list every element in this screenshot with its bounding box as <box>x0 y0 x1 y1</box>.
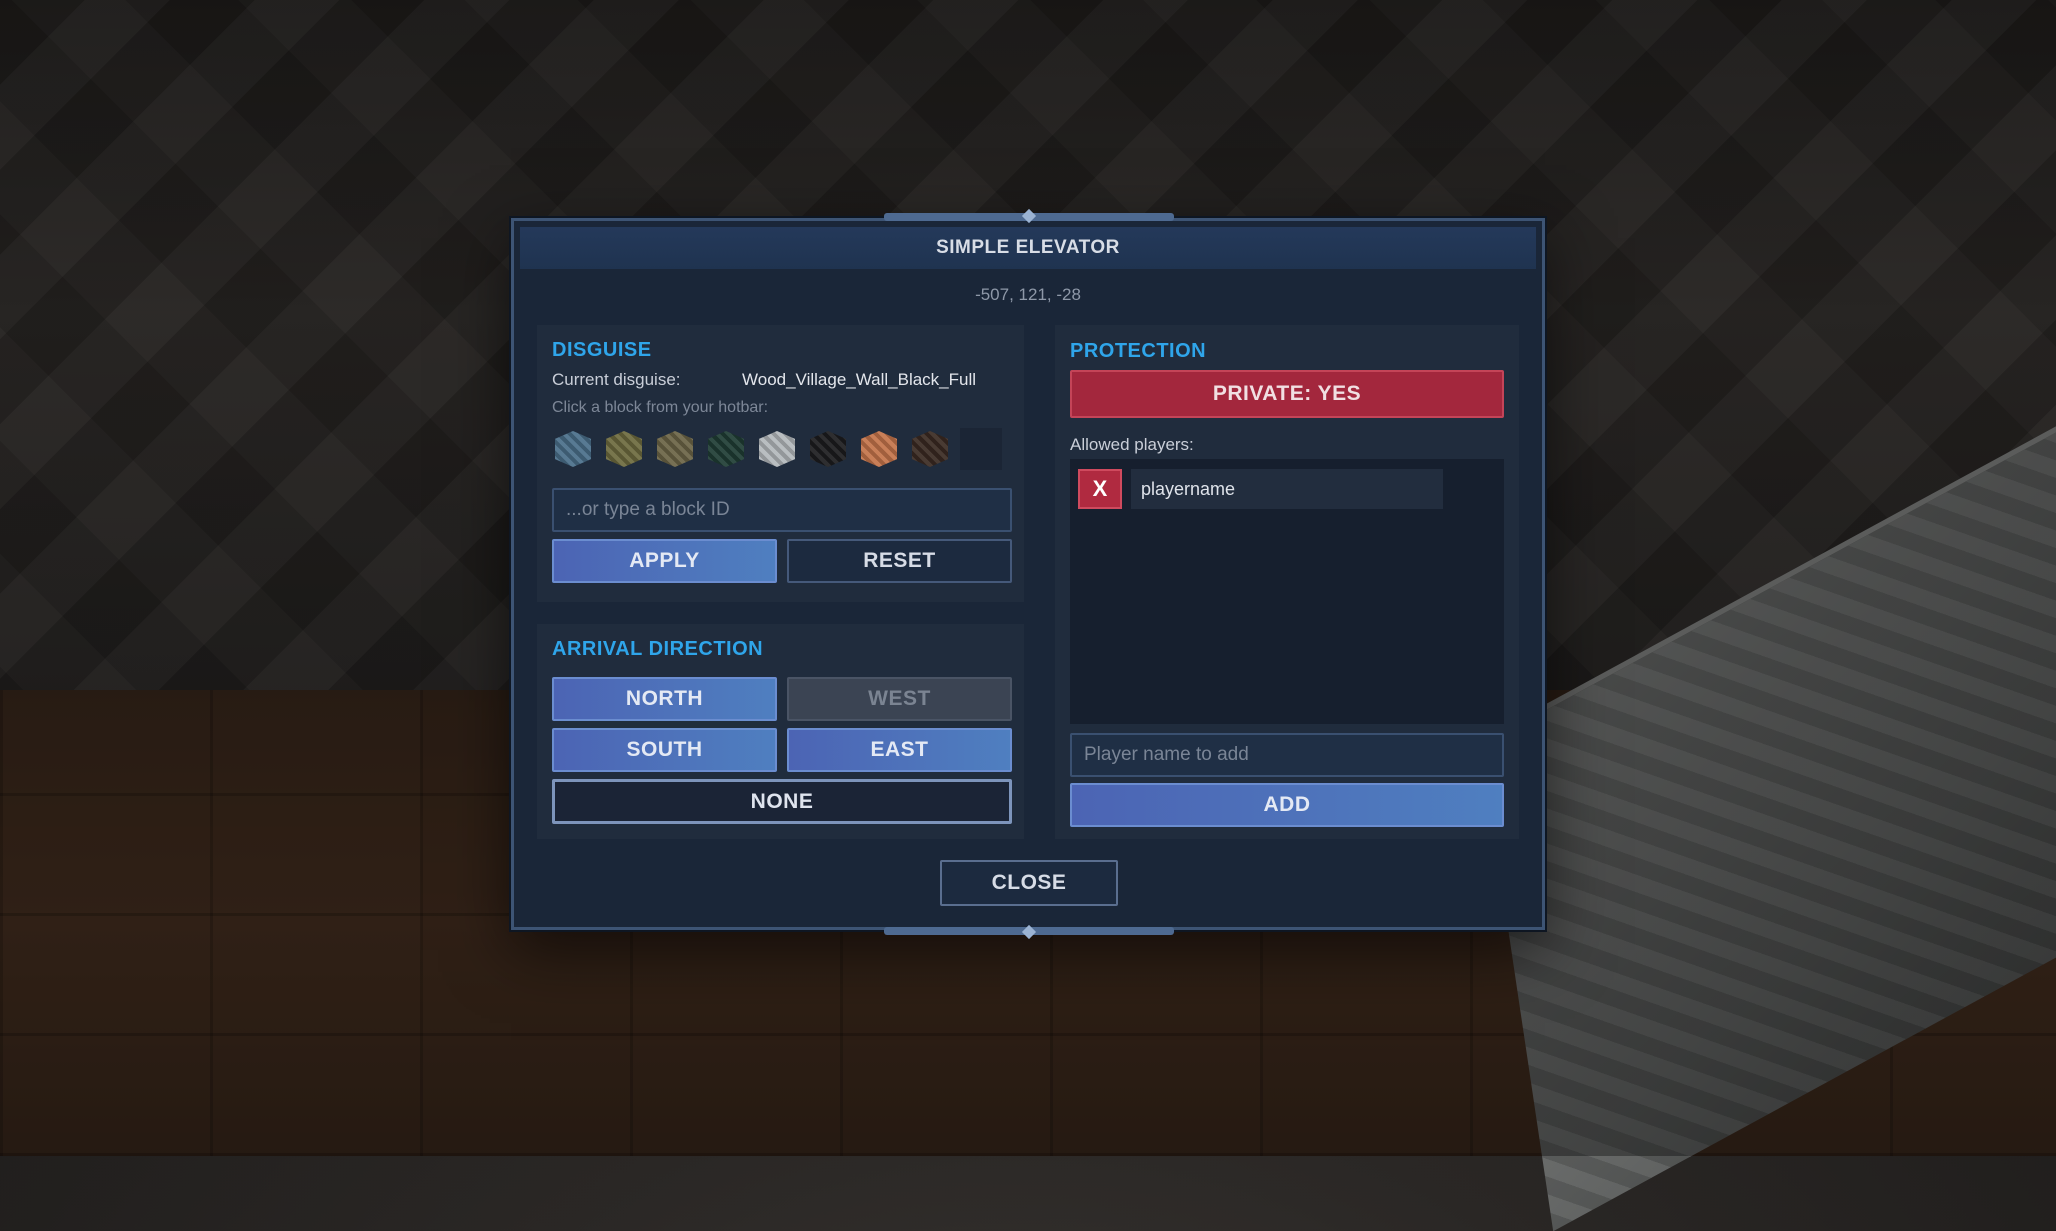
current-disguise-label: Current disguise: <box>552 370 681 389</box>
disguise-section-title: DISGUISE <box>552 339 652 361</box>
hotbar <box>552 428 1002 470</box>
add-player-button[interactable]: ADD <box>1070 783 1504 827</box>
hotbar-slot-empty[interactable] <box>960 428 1002 470</box>
player-name-input[interactable]: Player name to add <box>1070 733 1504 777</box>
terracotta-block-icon <box>861 431 897 467</box>
hotbar-slot[interactable] <box>654 428 696 470</box>
allowed-players-list: X playername <box>1070 459 1504 724</box>
hotbar-slot[interactable] <box>552 428 594 470</box>
north-button[interactable]: NORTH <box>552 677 777 721</box>
dialog-bottom-ornament <box>884 924 1174 940</box>
protection-section-title: PROTECTION <box>1070 340 1207 362</box>
simple-elevator-dialog: SIMPLE ELEVATOR -507, 121, -28 DISGUISE … <box>511 208 1545 940</box>
remove-player-button[interactable]: X <box>1078 469 1122 509</box>
west-button[interactable]: WEST <box>787 677 1012 721</box>
hotbar-slot[interactable] <box>705 428 747 470</box>
disguise-panel: DISGUISE Current disguise: Wood_Village_… <box>537 325 1024 602</box>
mossy-stone-block-icon <box>606 431 642 467</box>
reset-button[interactable]: RESET <box>787 539 1012 583</box>
elevator-coordinates: -507, 121, -28 <box>975 285 1081 304</box>
player-name: playername <box>1131 469 1443 509</box>
east-button[interactable]: EAST <box>787 728 1012 772</box>
arrival-direction-section-title: ARRIVAL DIRECTION <box>552 638 764 660</box>
hotbar-slot[interactable] <box>909 428 951 470</box>
allowed-players-label: Allowed players: <box>1070 435 1194 454</box>
light-stone-block-icon <box>759 431 795 467</box>
dark-green-block-icon <box>708 431 744 467</box>
protection-panel: PROTECTION PRIVATE: YES Allowed players:… <box>1055 325 1519 839</box>
hotbar-hint: Click a block from your hotbar: <box>552 399 769 416</box>
current-disguise-value: Wood_Village_Wall_Black_Full <box>742 370 977 389</box>
block-id-input[interactable]: ...or type a block ID <box>552 488 1012 532</box>
dialog-title: SIMPLE ELEVATOR <box>936 237 1120 258</box>
hotbar-slot[interactable] <box>858 428 900 470</box>
south-button[interactable]: SOUTH <box>552 728 777 772</box>
hotbar-slot[interactable] <box>603 428 645 470</box>
ornate-blue-stone-block-icon <box>555 431 591 467</box>
apply-button[interactable]: APPLY <box>552 539 777 583</box>
dark-wood-block-icon <box>912 431 948 467</box>
none-button[interactable]: NONE <box>552 779 1012 824</box>
dialog-top-ornament <box>884 208 1174 224</box>
arrival-direction-panel: ARRIVAL DIRECTION NORTH WEST SOUTH EAST … <box>537 624 1024 839</box>
black-stone-block-icon <box>810 431 846 467</box>
close-button[interactable]: CLOSE <box>940 860 1118 906</box>
hotbar-slot[interactable] <box>756 428 798 470</box>
hotbar-slot[interactable] <box>807 428 849 470</box>
stone-brick-block-icon <box>657 431 693 467</box>
private-toggle-button[interactable]: PRIVATE: YES <box>1070 370 1504 418</box>
dialog-titlebar: SIMPLE ELEVATOR <box>520 227 1536 269</box>
